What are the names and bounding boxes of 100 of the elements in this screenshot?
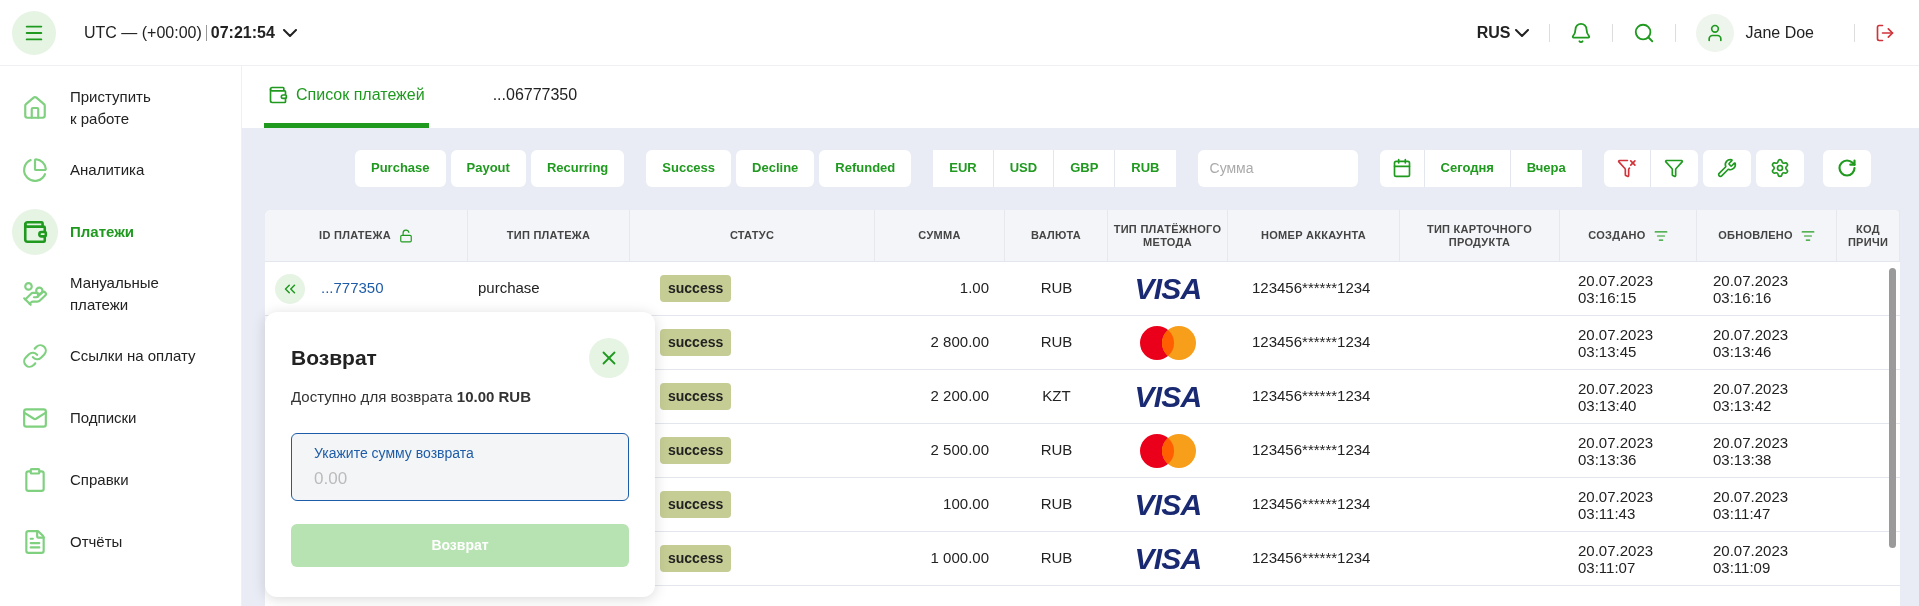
clock-time: 07:21:54 (210, 22, 275, 43)
table-cell-text: 20.07.2023 (1713, 487, 1790, 505)
table-cell-text: 20.07.2023 (1578, 433, 1655, 451)
sidebar-label: Ссылки на оплату (70, 345, 196, 366)
sidebar-label: Справки (70, 469, 129, 490)
table-cell-text: 20.07.2023 (1713, 325, 1790, 343)
visa-logo: VISA (1134, 381, 1202, 412)
column-header: СУММА (918, 229, 961, 242)
tab[interactable]: Список платежей (264, 66, 429, 128)
column-header: ТИП ПЛАТЕЖА (506, 229, 591, 242)
visa-logo: VISA (1134, 543, 1202, 574)
wallet-icon (268, 84, 288, 105)
sidebar-item[interactable]: Мануальные платежи (0, 266, 241, 321)
filter-button[interactable]: Refunded (819, 149, 912, 187)
visa-logo: VISA (1134, 273, 1202, 304)
sort-icon[interactable] (1800, 228, 1815, 243)
mastercard-logo (1139, 432, 1197, 469)
sidebar-icon (22, 342, 48, 369)
refresh-button[interactable] (1822, 149, 1871, 187)
timezone-label: UTC — (+00:00) (84, 22, 202, 43)
status-badge: success (660, 383, 732, 410)
sidebar-item[interactable]: Подписки (0, 390, 241, 445)
table-cell-text: RUB (1040, 332, 1073, 353)
filter-button[interactable]: Payout (450, 149, 526, 187)
filter-button[interactable]: Purchase (355, 149, 446, 187)
payment-id-link[interactable]: ...777350 (321, 277, 384, 300)
sidebar-label: Аналитика (70, 159, 145, 180)
table-cell-text: 20.07.2023 (1713, 379, 1790, 397)
column-header: ТИП ПЛАТЁЖНОГО МЕТОДА (1112, 222, 1223, 249)
refund-amount-input[interactable]: 0.00 (314, 466, 606, 492)
table-cell-text: 123456******1234 (1252, 332, 1371, 353)
table-cell-text: 2 200.00 (930, 386, 989, 407)
table-cell-text: RUB (1040, 494, 1073, 515)
sidebar-item[interactable]: Ссылки на оплату (0, 328, 241, 383)
filter-icon (1664, 158, 1685, 178)
avatar[interactable] (1695, 13, 1734, 52)
amount-input[interactable]: Сумма (1197, 149, 1358, 187)
user-name: Jane Doe (1745, 22, 1814, 43)
table-cell-text: 03:13:40 (1578, 396, 1638, 414)
table-cell-text: 123456******1234 (1252, 548, 1371, 569)
sidebar-item[interactable]: Приступить к работе (0, 80, 241, 135)
sidebar-label: Платежи (70, 221, 134, 242)
table-cell-text: KZT (1042, 386, 1071, 407)
filter-button[interactable]: Success (646, 149, 732, 187)
column-header: СОЗДАНО (1588, 229, 1646, 242)
table-cell-text: 20.07.2023 (1713, 433, 1790, 451)
table-cell-text: 03:11:07 (1578, 558, 1637, 576)
sidebar-icon (22, 156, 48, 183)
filter-button[interactable]: Recurring (530, 149, 625, 187)
refund-amount-field[interactable]: Укажите сумму возврата 0.00 (291, 433, 629, 501)
table-cell-text: RUB (1040, 440, 1073, 461)
mastercard-logo (1139, 324, 1197, 361)
unlock-icon[interactable] (398, 228, 413, 243)
sidebar-item[interactable]: Платежи (0, 204, 241, 259)
table-cell-text: 123456******1234 (1252, 494, 1371, 515)
column-header: КОД ПРИЧИ (1846, 222, 1890, 249)
column-header: ТИП КАРТОЧНОГО ПРОДУКТА (1425, 222, 1534, 249)
logout-icon[interactable] (1875, 22, 1895, 43)
table-cell-text: purchase (478, 278, 540, 299)
available-amount-text: Доступно для возврата 10.00 RUB (291, 386, 531, 407)
table-cell-text: 1 000.00 (930, 548, 989, 569)
table-cell-text: 2 500.00 (930, 440, 989, 461)
table-cell-text: 03:16:16 (1713, 288, 1773, 306)
close-button[interactable] (589, 338, 629, 378)
table-cell-text: RUB (1040, 548, 1073, 569)
table-cell-text: 123456******1234 (1252, 278, 1371, 299)
status-badge: success (660, 437, 732, 464)
scrollbar[interactable] (1889, 268, 1896, 548)
sidebar-item[interactable]: Аналитика (0, 142, 241, 197)
column-header: ОБНОВЛЕНО (1718, 229, 1793, 242)
status-badge: success (660, 491, 732, 518)
table-cell-text: 20.07.2023 (1713, 541, 1790, 559)
sidebar-item[interactable]: Справки (0, 452, 241, 507)
menu-button[interactable] (12, 10, 56, 55)
table-cell-text: 03:11:47 (1713, 504, 1772, 522)
table-cell-text: 03:13:46 (1713, 342, 1773, 360)
column-header: НОМЕР АККАУНТА (1261, 229, 1366, 242)
sort-icon[interactable] (1653, 228, 1668, 243)
language-selector[interactable]: RUS (1476, 20, 1529, 45)
filter-button[interactable]: Decline (736, 149, 815, 187)
search-icon[interactable] (1632, 21, 1655, 44)
table-cell-text: 03:11:09 (1713, 558, 1772, 576)
table-cell-text: 03:13:42 (1713, 396, 1773, 414)
table-cell-text: 2 800.00 (930, 332, 989, 353)
table-cell-text: 20.07.2023 (1578, 271, 1655, 289)
table-cell-text: 20.07.2023 (1578, 325, 1655, 343)
column-header: ВАЛЮТА (1031, 229, 1081, 242)
column-header: ID ПЛАТЕЖА (319, 229, 391, 242)
tab[interactable]: ...06777350 (488, 66, 582, 128)
filter-button[interactable]: EUR (933, 149, 994, 187)
tools-button[interactable] (1702, 149, 1751, 187)
visa-logo: VISA (1134, 489, 1202, 520)
notifications-icon[interactable] (1569, 21, 1592, 44)
settings-button[interactable] (1755, 149, 1804, 187)
sidebar-label: Отчёты (70, 531, 123, 552)
sidebar-item[interactable]: Отчёты (0, 514, 241, 569)
table-cell-text: 20.07.2023 (1713, 271, 1790, 289)
sidebar-label: Приступить к работе (70, 86, 151, 129)
field-label: Укажите сумму возврата (314, 444, 475, 463)
refund-row-button[interactable] (275, 273, 305, 304)
